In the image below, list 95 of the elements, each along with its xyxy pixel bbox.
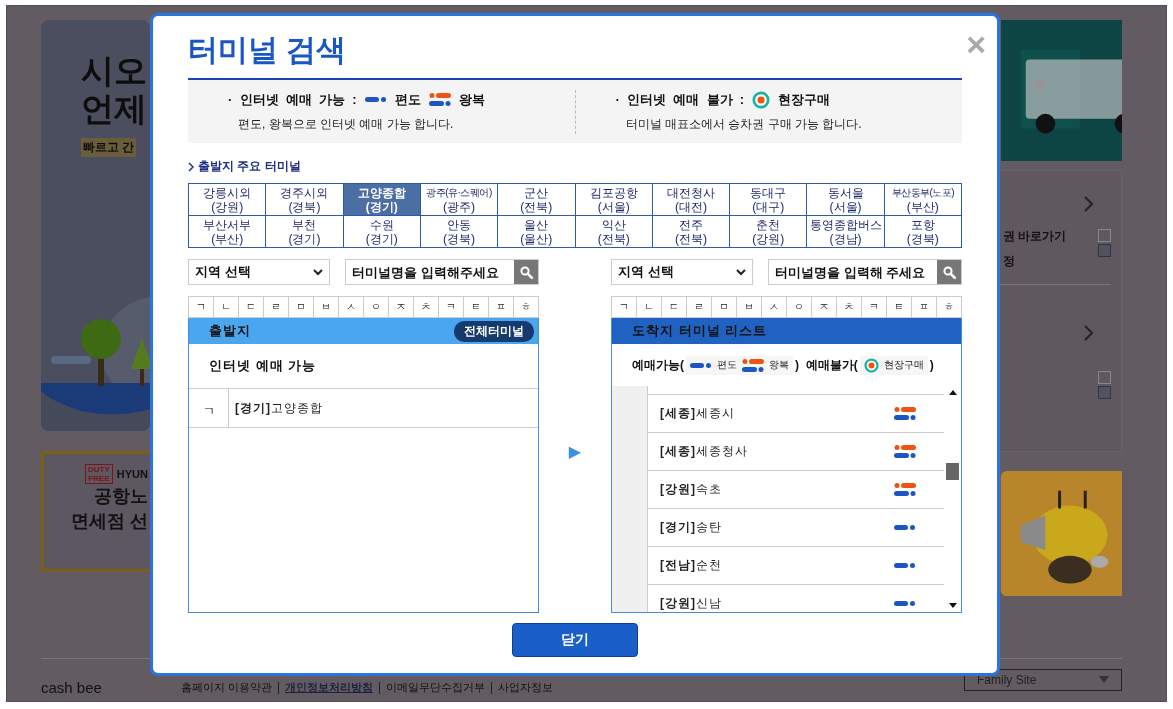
terminal-item[interactable]: [경기]고양종합 bbox=[229, 389, 323, 427]
terminal-button[interactable]: 부산서부 (부산) bbox=[189, 216, 267, 248]
legend-label: 왕복 bbox=[458, 90, 485, 109]
terminal-button[interactable]: 전주 (전북) bbox=[652, 216, 731, 248]
dropdown-icon bbox=[1099, 676, 1109, 683]
one-way-icon bbox=[894, 524, 916, 531]
banner-tagline: 빠르고 간 bbox=[81, 138, 137, 157]
scroll-up-icon bbox=[948, 390, 957, 395]
chevron-right-icon bbox=[1084, 325, 1093, 342]
terminal-name: [세종]세종청사 bbox=[659, 443, 748, 460]
round-trip-icon bbox=[894, 482, 916, 497]
legend-label: ) 예매불가( bbox=[795, 356, 858, 374]
list-subheader: 인터넷 예매 가능 bbox=[189, 344, 538, 389]
legend-label: · 인터넷 예매 불가 : bbox=[615, 90, 745, 109]
round-trip-icon bbox=[894, 444, 916, 459]
on-site-icon bbox=[752, 90, 771, 109]
banner-heading: 시오 bbox=[81, 52, 147, 90]
search-button[interactable] bbox=[514, 260, 538, 284]
scroll-thumb[interactable] bbox=[946, 463, 959, 480]
banner-heading: 언제 bbox=[81, 90, 147, 128]
legend-label: 예매가능( bbox=[632, 356, 684, 374]
terminal-button[interactable]: 수원 (경기) bbox=[343, 216, 421, 248]
terminal-button[interactable]: 강릉시외 (강원) bbox=[189, 184, 267, 216]
search-icon bbox=[519, 265, 533, 279]
terminal-button[interactable]: 부천 (경기) bbox=[266, 216, 344, 248]
terminal-name: [강원]신남 bbox=[659, 595, 722, 612]
all-terminals-button[interactable]: 전체터미널 bbox=[454, 320, 534, 342]
chevron-down-icon bbox=[313, 268, 323, 276]
terminal-button[interactable]: 군산 (전북) bbox=[498, 184, 576, 216]
terminal-item[interactable]: [강원]속초 bbox=[648, 471, 944, 509]
one-way-icon bbox=[894, 600, 916, 607]
legend-label: 왕복 bbox=[769, 358, 789, 372]
legend-label: · 인터넷 예매 가능 : bbox=[228, 90, 357, 109]
chevron-right-icon bbox=[1084, 196, 1093, 213]
terminal-button[interactable]: 대전청사 (대전) bbox=[652, 184, 731, 216]
scroll-up-button[interactable] bbox=[1098, 371, 1111, 385]
list-title: 도착지 터미널 리스트 bbox=[632, 322, 768, 340]
terminal-item[interactable]: [전남]순천 bbox=[648, 547, 944, 585]
one-way-icon bbox=[894, 562, 916, 569]
search-button[interactable] bbox=[937, 260, 961, 284]
terminal-button[interactable]: 경주시외 (경북) bbox=[266, 184, 344, 216]
banner-heading: 공항노 bbox=[94, 485, 148, 508]
terminal-button[interactable]: 통영종합버스 (경남) bbox=[807, 216, 885, 248]
round-trip-icon bbox=[742, 357, 764, 373]
legend-label: 편도 bbox=[717, 358, 737, 372]
brand-name: HYUN bbox=[116, 468, 148, 480]
terminal-button[interactable]: 동서울 (서울) bbox=[807, 184, 885, 216]
legend-note: 편도, 왕복으로 인터넷 예매 가능 합니다. bbox=[237, 115, 455, 133]
region-select[interactable]: 지역 선택 bbox=[611, 259, 753, 285]
terminal-button[interactable]: 동대구 (대구) bbox=[730, 184, 808, 216]
scroll-down-icon bbox=[948, 603, 957, 608]
terminal-search-field[interactable]: 터미널명을 입력해 주세요 bbox=[768, 259, 962, 285]
banner-heading: 면세점 선 bbox=[71, 510, 148, 533]
region-select[interactable]: 지역 선택 bbox=[188, 259, 330, 285]
terminal-item[interactable]: [경기]송탄 bbox=[648, 509, 944, 547]
terminal-item[interactable]: [강원]신남 bbox=[648, 585, 944, 612]
terminal-button[interactable]: 익산 (전북) bbox=[575, 216, 653, 248]
terminal-search-field[interactable]: 터미널명을 입력해주세요 bbox=[345, 259, 539, 285]
duty-free-logo: DUTY FREE bbox=[84, 464, 113, 484]
terminal-button[interactable]: 광주(유·스퀘어) (광주) bbox=[420, 184, 499, 216]
terminal-item[interactable]: [세종]세종시 bbox=[648, 395, 944, 433]
dialog-title: 터미널 검색 bbox=[188, 32, 347, 68]
chevron-right-icon bbox=[188, 161, 194, 172]
terminal-button[interactable]: 부산동부(노포) (부산) bbox=[884, 184, 962, 216]
terminal-name: [경기]송탄 bbox=[659, 519, 722, 536]
round-trip-icon bbox=[894, 406, 916, 421]
initial-label: ㄱ bbox=[189, 389, 229, 427]
terminal-name: [전남]순천 bbox=[659, 557, 722, 574]
one-way-icon bbox=[690, 361, 712, 369]
legend-label: 편도 bbox=[394, 90, 421, 109]
scroll-down-button[interactable] bbox=[1098, 244, 1111, 258]
terminal-name: [세종]세종시 bbox=[659, 405, 735, 422]
section-heading: 출발지 주요 터미널 bbox=[198, 158, 301, 175]
chevron-down-icon bbox=[736, 268, 746, 276]
terminal-button[interactable]: 고양종합 (경기) bbox=[343, 184, 421, 216]
close-button[interactable]: 닫기 bbox=[512, 623, 638, 657]
one-way-icon bbox=[364, 96, 387, 103]
terminal-button[interactable]: 안동 (경북) bbox=[420, 216, 499, 248]
legend-note: 터미널 매표소에서 승차권 구매 가능 합니다. bbox=[624, 115, 863, 133]
terminal-name: [강원]속초 bbox=[659, 481, 722, 498]
list-title: 출발지 bbox=[209, 322, 251, 340]
terminal-item[interactable]: [세종]세종청사 bbox=[648, 433, 944, 471]
terminal-button[interactable]: 포항 (경북) bbox=[884, 216, 962, 248]
terminal-button[interactable]: 춘천 (강원) bbox=[730, 216, 808, 248]
round-trip-icon bbox=[428, 92, 451, 107]
scroll-down-button[interactable] bbox=[1098, 386, 1111, 400]
arrow-icon: ▶ bbox=[568, 441, 582, 461]
search-icon bbox=[942, 265, 956, 279]
legend-label: 현장구매 bbox=[883, 358, 924, 372]
panel-text: 정 bbox=[1003, 253, 1015, 271]
terminal-button[interactable]: 김포공항 (서울) bbox=[575, 184, 653, 216]
legend-label: 현장구매 bbox=[778, 90, 831, 109]
legend-label: ) bbox=[929, 358, 934, 372]
terminal-button[interactable]: 울산 (울산) bbox=[498, 216, 576, 248]
scroll-up-button[interactable] bbox=[1098, 229, 1111, 243]
